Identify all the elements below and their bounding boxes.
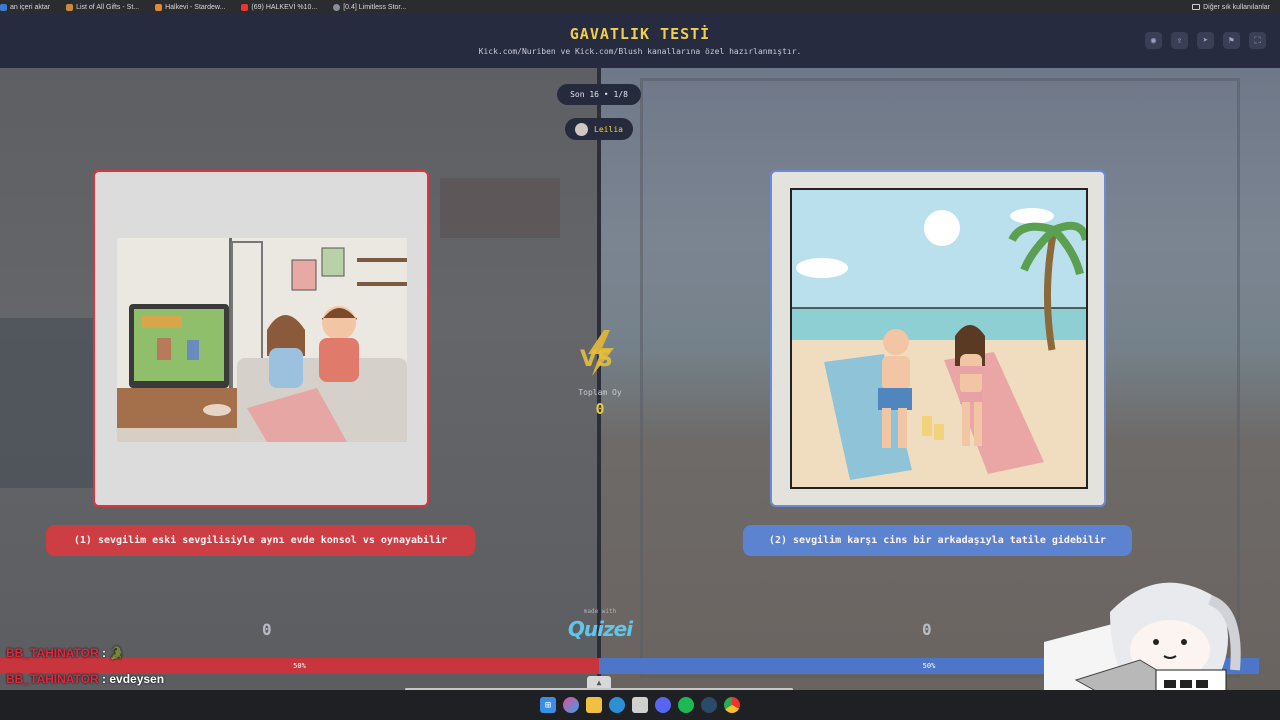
- send-icon[interactable]: ➤: [1197, 32, 1214, 49]
- couple-gaming-image: [117, 238, 407, 442]
- avatar: [575, 122, 589, 136]
- youtube-icon: [241, 3, 249, 11]
- bookmark-import[interactable]: an içeri aktar: [0, 3, 50, 11]
- page-subtitle: Kick.com/Nuriben ve Kick.com/Blush kanal…: [478, 47, 802, 56]
- header-actions: ◉ ⇪ ➤ ⚑ ⛶: [1145, 32, 1266, 49]
- eye-icon[interactable]: ◉: [1145, 32, 1162, 49]
- other-bookmarks[interactable]: Diğer sık kullanılanlar: [1192, 0, 1270, 14]
- page-header: GAVATLIK TESTİ Kick.com/Nuriben ve Kick.…: [0, 14, 1280, 68]
- steam-icon[interactable]: [701, 697, 717, 713]
- bookmark-gifts[interactable]: List of All Gifts - St...: [66, 3, 139, 11]
- option-right-button[interactable]: (2) sevgilim karşı cins bir arkadaşıyla …: [743, 525, 1132, 556]
- center-divider: [597, 68, 601, 690]
- chevron-up-icon[interactable]: ▲: [587, 676, 611, 688]
- chat-message: BB_TAHINATOR : 🐊: [6, 646, 125, 660]
- total-votes-value: 0: [595, 400, 605, 418]
- windows-taskbar: ⊞: [0, 690, 1280, 720]
- right-vote-count: 0: [922, 620, 932, 639]
- option-left-button[interactable]: (1) sevgilim eski sevgilisiyle aynı evde…: [46, 525, 475, 556]
- copilot-icon[interactable]: [563, 697, 579, 713]
- chat-username: BB_TAHINATOR: [6, 672, 99, 686]
- flag-icon[interactable]: ⚑: [1223, 32, 1240, 49]
- bookmark-icon: [155, 3, 163, 11]
- store-icon[interactable]: [632, 697, 648, 713]
- chat-message: BB_TAHINATOR : evdeysen: [6, 672, 165, 686]
- made-with-label: made with: [583, 608, 617, 615]
- left-vote-count: 0: [262, 620, 272, 639]
- option-card-left[interactable]: [93, 170, 429, 507]
- user-name: Leilia: [594, 124, 623, 134]
- beach-vacation-image: [790, 188, 1088, 489]
- fullscreen-icon[interactable]: ⛶: [1249, 32, 1266, 49]
- option-card-right[interactable]: [770, 170, 1106, 507]
- edge-icon[interactable]: [609, 697, 625, 713]
- total-votes-label: Toplam Oy: [578, 388, 622, 397]
- chat-username: BB_TAHINATOR: [6, 646, 99, 660]
- files-icon[interactable]: [586, 697, 602, 713]
- bookmark-limitless[interactable]: [0.4] Limitless Stor...: [333, 3, 406, 11]
- bookmarks-bar: an içeri aktar List of All Gifts - St...…: [0, 0, 1280, 14]
- page-title: GAVATLIK TESTİ: [569, 25, 711, 43]
- chat-text: 🐊: [109, 646, 125, 660]
- stream-chat: BB_TAHINATOR : 🐊 BB_TAHINATOR : evdeysen: [6, 640, 164, 692]
- spotify-icon[interactable]: [678, 697, 694, 713]
- chrome-icon[interactable]: [724, 697, 740, 713]
- bookmark-youtube[interactable]: (69) HALKEVİ %10...: [241, 3, 317, 11]
- background-tv: [0, 318, 100, 488]
- round-indicator: Son 16 • 1/8: [557, 84, 641, 105]
- bookmark-halkevi[interactable]: Halkevi - Stardew...: [155, 3, 225, 11]
- folder-icon: [1192, 4, 1201, 10]
- windows-icon[interactable]: ⊞: [540, 697, 556, 713]
- background-shelf: [440, 178, 560, 238]
- discord-icon[interactable]: [655, 697, 671, 713]
- gear-icon: [333, 3, 341, 11]
- vs-icon: VS: [574, 330, 626, 376]
- bookmark-icon: [0, 3, 7, 11]
- chat-text: evdeysen: [109, 672, 165, 686]
- share-icon[interactable]: ⇪: [1171, 32, 1188, 49]
- svg-text:VS: VS: [580, 347, 613, 372]
- bookmark-icon: [66, 3, 74, 11]
- brand-logo[interactable]: Quizei: [560, 617, 640, 641]
- user-badge: Leilia: [565, 118, 633, 140]
